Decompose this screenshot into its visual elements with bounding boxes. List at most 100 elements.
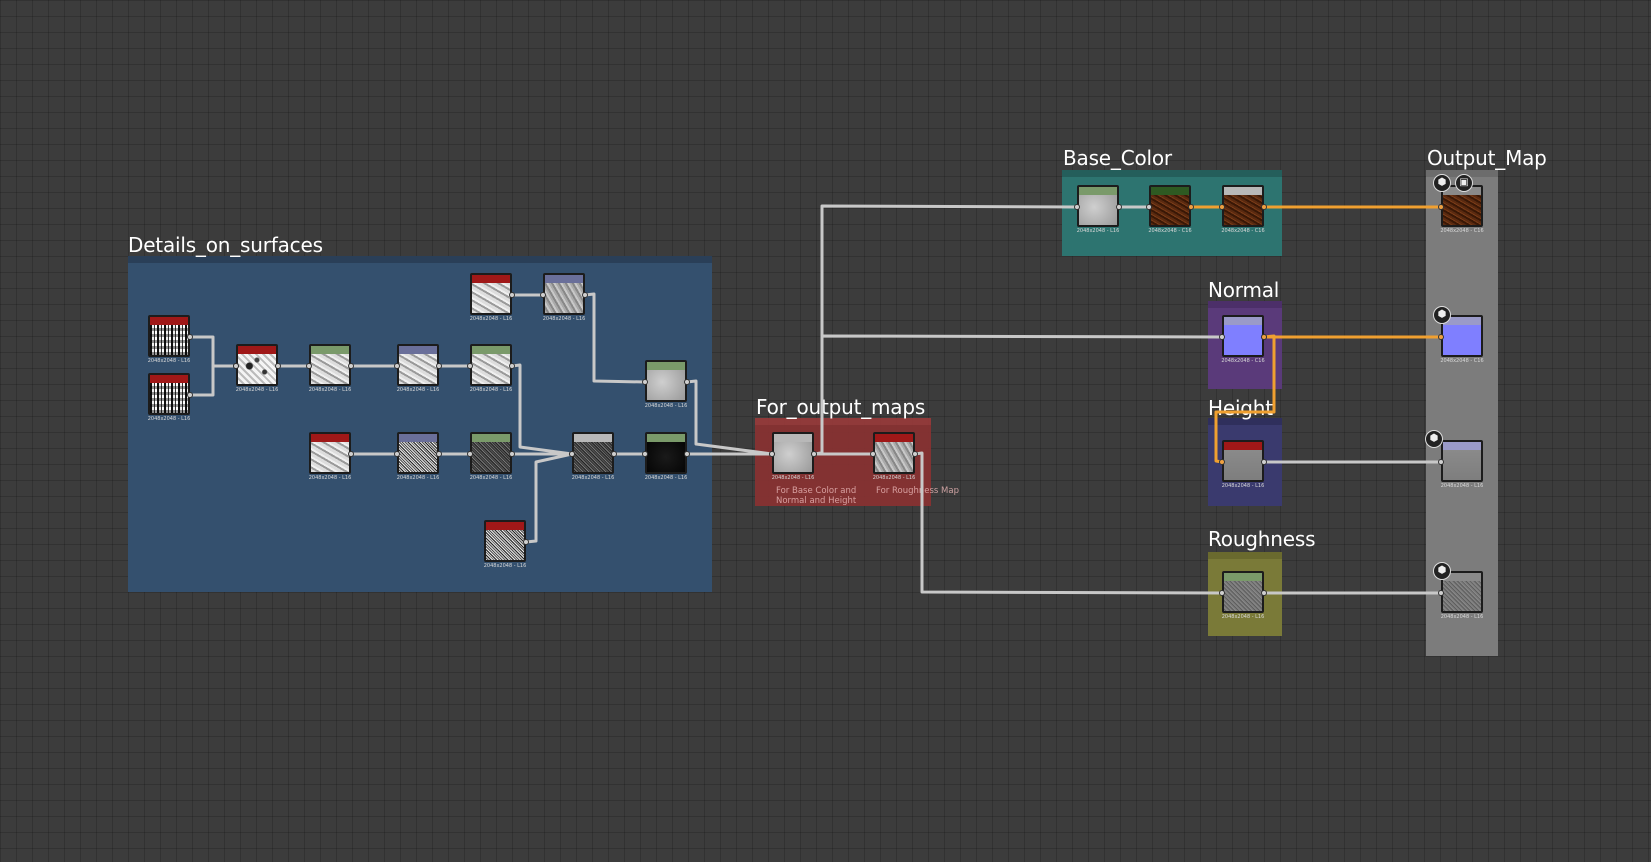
node-port[interactable]	[1438, 204, 1444, 210]
node-port[interactable]	[187, 392, 193, 398]
node-resolution-label: 2048x2048 - L16	[542, 316, 586, 322]
wire-connection[interactable]	[914, 451, 1223, 595]
frame-title-details: Details_on_surfaces	[128, 233, 323, 257]
node-port[interactable]	[684, 379, 690, 385]
node-thumbnail	[1443, 581, 1481, 611]
node-resolution-label: 2048x2048 - L16	[1221, 614, 1265, 620]
graph-node[interactable]	[1441, 440, 1483, 482]
node-header	[647, 434, 685, 442]
node-header	[150, 375, 188, 383]
node-port[interactable]	[1219, 204, 1225, 210]
node-port[interactable]	[642, 379, 648, 385]
node-port[interactable]	[306, 363, 312, 369]
node-port[interactable]	[870, 451, 876, 457]
node-port[interactable]	[1261, 590, 1267, 596]
graph-node[interactable]	[1149, 185, 1191, 227]
graph-node[interactable]	[1222, 315, 1264, 357]
node-port[interactable]	[1219, 459, 1225, 465]
node-port[interactable]	[523, 539, 529, 545]
graph-node[interactable]	[148, 373, 190, 415]
node-port[interactable]	[348, 451, 354, 457]
node-port[interactable]	[769, 451, 775, 457]
node-port[interactable]	[1438, 334, 1444, 340]
node-port[interactable]	[509, 451, 515, 457]
graph-node[interactable]	[148, 315, 190, 357]
node-port[interactable]	[1146, 204, 1152, 210]
node-port[interactable]	[1261, 204, 1267, 210]
node-port[interactable]	[569, 451, 575, 457]
node-port[interactable]	[467, 363, 473, 369]
graph-node[interactable]	[1222, 571, 1264, 613]
graph-node[interactable]	[1222, 185, 1264, 227]
node-port[interactable]	[1438, 590, 1444, 596]
graph-node[interactable]	[236, 344, 278, 386]
node-port[interactable]	[275, 363, 281, 369]
node-header	[1151, 187, 1189, 195]
node-port[interactable]	[1074, 204, 1080, 210]
node-port[interactable]	[509, 363, 515, 369]
node-port[interactable]	[611, 451, 617, 457]
graph-node[interactable]	[1222, 440, 1264, 482]
graph-node[interactable]	[484, 520, 526, 562]
node-header	[1224, 442, 1262, 450]
node-port[interactable]	[1188, 204, 1194, 210]
node-thumbnail	[472, 283, 510, 313]
graph-node[interactable]	[645, 432, 687, 474]
node-port[interactable]	[394, 451, 400, 457]
node-port[interactable]	[582, 292, 588, 298]
node-port[interactable]	[912, 451, 918, 457]
node-port[interactable]	[436, 451, 442, 457]
node-thumbnail	[399, 354, 437, 384]
graph-node[interactable]	[397, 344, 439, 386]
graph-node[interactable]	[873, 432, 915, 474]
cube-icon[interactable]: ⬢	[1425, 430, 1443, 448]
node-header	[1224, 573, 1262, 581]
node-port[interactable]	[1438, 459, 1444, 465]
graph-node[interactable]	[309, 344, 351, 386]
graph-node[interactable]	[397, 432, 439, 474]
node-port[interactable]	[467, 451, 473, 457]
frame-title-height: Height	[1208, 396, 1273, 420]
node-thumbnail	[1224, 581, 1262, 611]
node-thumbnail	[1443, 325, 1481, 355]
node-thumbnail	[1224, 195, 1262, 225]
node-port[interactable]	[1219, 590, 1225, 596]
node-thumbnail	[875, 442, 913, 472]
node-port[interactable]	[1261, 334, 1267, 340]
node-port[interactable]	[684, 451, 690, 457]
graph-node[interactable]	[645, 360, 687, 402]
node-port[interactable]	[348, 363, 354, 369]
graph-node[interactable]	[470, 432, 512, 474]
node-port[interactable]	[642, 451, 648, 457]
graph-canvas[interactable]: Details_on_surfaces For_output_maps For …	[0, 0, 1651, 862]
cube-icon[interactable]: ⬢	[1433, 562, 1451, 580]
node-resolution-label: 2048x2048 - C16	[1221, 228, 1265, 234]
node-thumbnail	[472, 354, 510, 384]
node-resolution-label: 2048x2048 - L16	[1076, 228, 1120, 234]
node-port[interactable]	[811, 451, 817, 457]
node-port[interactable]	[540, 292, 546, 298]
graph-node[interactable]	[470, 344, 512, 386]
node-resolution-label: 2048x2048 - L16	[235, 387, 279, 393]
graph-node[interactable]	[572, 432, 614, 474]
node-port[interactable]	[1116, 204, 1122, 210]
graph-node[interactable]	[543, 273, 585, 315]
node-port[interactable]	[1219, 334, 1225, 340]
graph-node[interactable]	[1077, 185, 1119, 227]
node-header	[774, 434, 812, 442]
node-port[interactable]	[436, 363, 442, 369]
checker-icon[interactable]: ▣	[1455, 174, 1473, 192]
graph-node[interactable]	[470, 273, 512, 315]
node-resolution-label: 2048x2048 - L16	[469, 475, 513, 481]
node-port[interactable]	[394, 363, 400, 369]
node-port[interactable]	[233, 363, 239, 369]
node-port[interactable]	[187, 334, 193, 340]
node-port[interactable]	[1261, 459, 1267, 465]
frame-details-on-surfaces[interactable]	[128, 256, 712, 592]
graph-node[interactable]	[309, 432, 351, 474]
cube-icon[interactable]: ⬢	[1433, 306, 1451, 324]
node-port[interactable]	[509, 292, 515, 298]
cube-icon[interactable]: ⬢	[1433, 174, 1451, 192]
graph-node[interactable]	[772, 432, 814, 474]
node-resolution-label: 2048x2048 - C16	[1440, 228, 1484, 234]
